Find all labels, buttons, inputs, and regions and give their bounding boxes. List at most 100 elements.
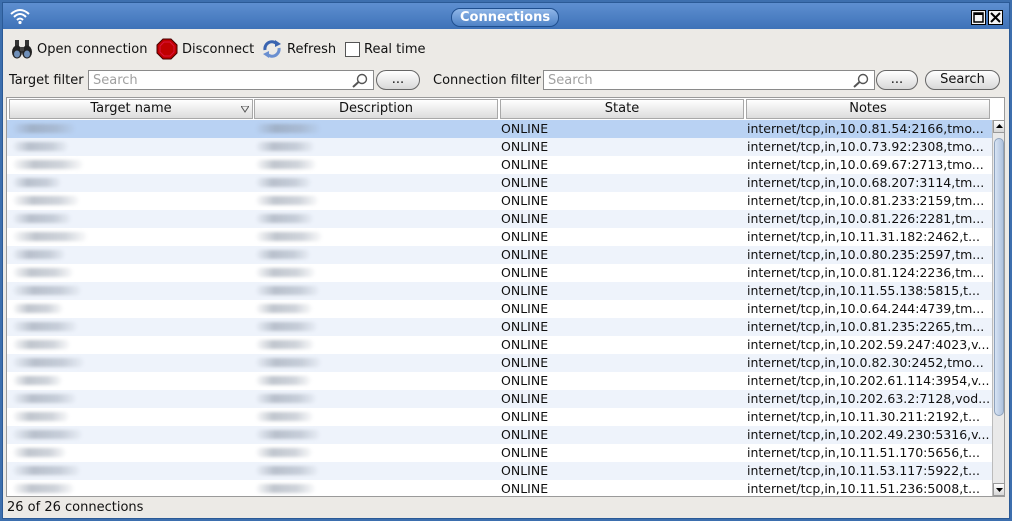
column-header-state[interactable]: State	[500, 99, 744, 119]
notes-cell: internet/tcp,in,10.11.53.117:5922,t...	[747, 463, 980, 478]
table-row[interactable]: ONLINE internet/tcp,in,10.0.73.92:2308,tm…	[7, 138, 992, 156]
table-row[interactable]: ONLINE internet/tcp,in,10.0.80.235:2597,t…	[7, 246, 992, 264]
redacted-description	[256, 286, 319, 295]
table-row[interactable]: ONLINE internet/tcp,in,10.11.53.117:5922,…	[7, 462, 992, 480]
state-cell: ONLINE	[501, 247, 549, 262]
refresh-button[interactable]: Refresh	[261, 37, 336, 61]
scroll-up-button[interactable]	[993, 120, 1004, 133]
column-header-notes[interactable]: Notes	[746, 99, 990, 119]
target-name-cell	[9, 318, 253, 336]
disconnect-label: Disconnect	[182, 41, 255, 57]
description-cell	[254, 426, 498, 444]
notes-cell: internet/tcp,in,10.0.73.92:2308,tmo...	[747, 139, 984, 154]
target-name-cell	[9, 462, 253, 480]
search-button[interactable]: Search	[925, 70, 1000, 90]
real-time-toggle[interactable]: Real time	[345, 37, 426, 61]
state-cell: ONLINE	[501, 373, 549, 388]
table-row[interactable]: ONLINE internet/tcp,in,10.11.51.170:5656,…	[7, 444, 992, 462]
state-cell: ONLINE	[501, 265, 549, 280]
table-row[interactable]: ONLINE internet/tcp,in,10.0.81.54:2166,tm…	[7, 120, 992, 138]
notes-cell: internet/tcp,in,10.0.69.67:2713,tmo...	[747, 157, 984, 172]
connection-filter-label: Connection filter	[433, 73, 541, 88]
table-row[interactable]: ONLINE internet/tcp,in,10.202.63.2:7128,v…	[7, 390, 992, 408]
target-name-cell	[9, 426, 253, 444]
target-name-cell	[9, 156, 253, 174]
table-row[interactable]: ONLINE internet/tcp,in,10.0.69.67:2713,tm…	[7, 156, 992, 174]
target-name-cell	[9, 192, 253, 210]
connection-filter-more-button[interactable]: ...	[876, 70, 918, 90]
description-cell	[254, 480, 498, 496]
target-filter-field[interactable]	[88, 70, 374, 90]
redacted-description	[256, 376, 311, 385]
target-name-cell	[9, 138, 253, 156]
real-time-label: Real time	[364, 41, 426, 57]
state-cell: ONLINE	[501, 409, 549, 424]
table-row[interactable]: ONLINE internet/tcp,in,10.0.81.235:2265,t…	[7, 318, 992, 336]
state-cell: ONLINE	[501, 445, 549, 460]
column-header-description[interactable]: Description	[254, 99, 498, 119]
table-row[interactable]: ONLINE internet/tcp,in,10.0.81.124:2236,t…	[7, 264, 992, 282]
redacted-description	[256, 394, 316, 403]
target-name-cell	[9, 210, 253, 228]
binoculars-icon	[12, 40, 32, 59]
scroll-down-button[interactable]	[993, 483, 1004, 496]
target-filter-input[interactable]	[93, 72, 333, 88]
maximize-button[interactable]	[971, 10, 986, 25]
table-row[interactable]: ONLINE internet/tcp,in,10.0.68.207:3114,t…	[7, 174, 992, 192]
table-row[interactable]: ONLINE internet/tcp,in,10.0.82.30:2452,tm…	[7, 354, 992, 372]
notes-cell: internet/tcp,in,10.0.81.233:2159,tm...	[747, 193, 985, 208]
redacted-target-name	[13, 430, 82, 439]
vertical-scrollbar[interactable]	[992, 120, 1004, 496]
column-header-target-name[interactable]: Target name	[9, 99, 253, 119]
state-cell: ONLINE	[501, 175, 549, 190]
table-row[interactable]: ONLINE internet/tcp,in,10.0.81.233:2159,t…	[7, 192, 992, 210]
close-button[interactable]	[988, 10, 1003, 25]
table-row[interactable]: ONLINE internet/tcp,in,10.11.30.211:2192,…	[7, 408, 992, 426]
description-cell	[254, 156, 498, 174]
maximize-icon	[973, 12, 984, 23]
redacted-description	[256, 322, 317, 331]
table-row[interactable]: ONLINE internet/tcp,in,10.11.31.182:2462,…	[7, 228, 992, 246]
close-icon	[990, 12, 1001, 23]
table-row[interactable]: ONLINE internet/tcp,in,10.11.51.236:5008,…	[7, 480, 992, 496]
state-cell: ONLINE	[501, 283, 549, 298]
notes-cell: internet/tcp,in,10.202.59.247:4023,v...	[747, 337, 990, 352]
redacted-description	[256, 142, 314, 151]
connection-filter-field[interactable]	[543, 70, 875, 90]
status-bar-text: 26 of 26 connections	[7, 500, 144, 515]
description-cell	[254, 372, 498, 390]
table-row[interactable]: ONLINE internet/tcp,in,10.0.81.226:2281,t…	[7, 210, 992, 228]
table-row[interactable]: ONLINE internet/tcp,in,10.0.64.244:4739,t…	[7, 300, 992, 318]
scrollbar-thumb[interactable]	[994, 138, 1004, 416]
redacted-target-name	[13, 412, 69, 421]
refresh-label: Refresh	[287, 41, 337, 57]
window-title: Connections	[451, 8, 560, 27]
open-connection-label: Open connection	[37, 41, 148, 57]
description-cell	[254, 264, 498, 282]
stop-sign-icon	[156, 38, 178, 60]
connection-filter-input[interactable]	[548, 72, 788, 88]
redacted-description	[256, 484, 315, 493]
redacted-description	[256, 250, 310, 259]
table-row[interactable]: ONLINE internet/tcp,in,10.202.61.114:3954…	[7, 372, 992, 390]
state-cell: ONLINE	[501, 139, 549, 154]
notes-cell: internet/tcp,in,10.0.80.235:2597,tm...	[747, 247, 985, 262]
open-connection-button[interactable]: Open connection	[11, 37, 147, 61]
description-cell	[254, 300, 498, 318]
real-time-checkbox[interactable]	[345, 41, 360, 57]
state-cell: ONLINE	[501, 229, 549, 244]
redacted-target-name	[13, 196, 79, 205]
table-row[interactable]: ONLINE internet/tcp,in,10.202.49.230:5316…	[7, 426, 992, 444]
table-row[interactable]: ONLINE internet/tcp,in,10.11.55.138:5815,…	[7, 282, 992, 300]
state-cell: ONLINE	[501, 211, 549, 226]
state-cell: ONLINE	[501, 391, 549, 406]
target-name-cell	[9, 300, 253, 318]
notes-cell: internet/tcp,in,10.0.68.207:3114,tm...	[747, 175, 985, 190]
title-bar[interactable]: Connections	[3, 3, 1009, 29]
notes-cell: internet/tcp,in,10.11.30.211:2192,t...	[747, 409, 980, 424]
disconnect-button[interactable]: Disconnect	[156, 37, 254, 61]
redacted-description	[256, 412, 313, 421]
table-row[interactable]: ONLINE internet/tcp,in,10.202.59.247:4023…	[7, 336, 992, 354]
target-filter-more-button[interactable]: ...	[376, 70, 420, 90]
description-cell	[254, 210, 498, 228]
